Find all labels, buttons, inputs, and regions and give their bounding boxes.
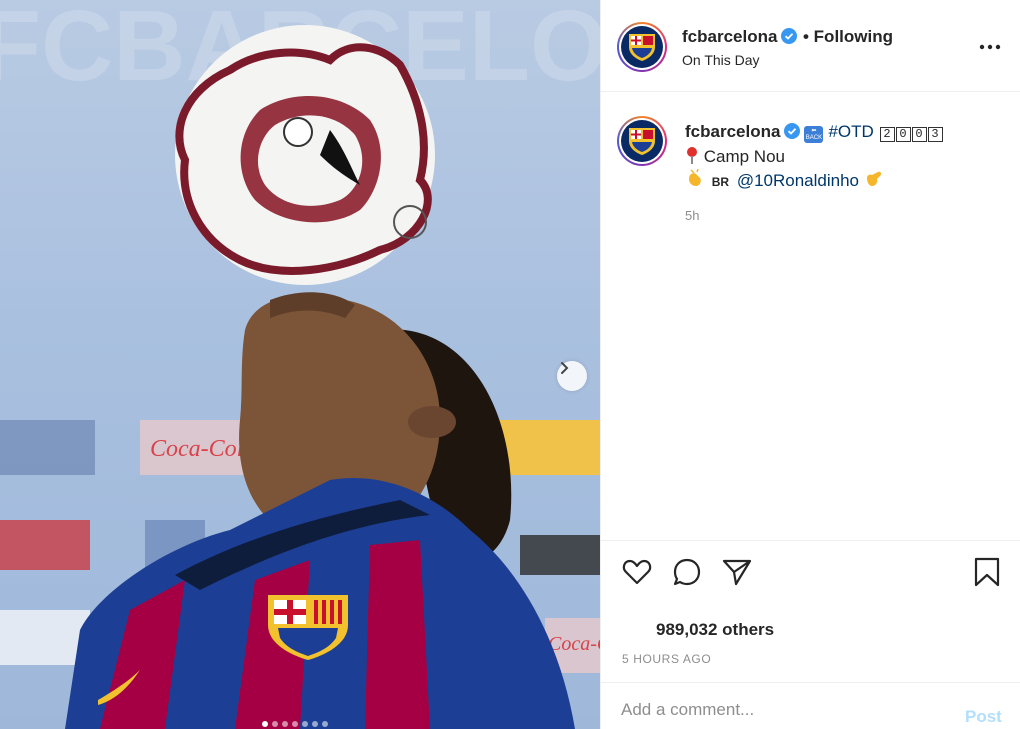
year-digit: 0 xyxy=(911,127,927,142)
carousel-dot xyxy=(302,721,308,727)
brazil-flag-code: BR xyxy=(711,175,730,189)
carousel-dots xyxy=(262,721,328,727)
place-text: Camp Nou xyxy=(703,147,785,166)
year-digit: 2 xyxy=(879,127,895,142)
following-button[interactable]: • Following xyxy=(803,27,893,47)
bookmark-icon[interactable] xyxy=(971,556,1003,588)
post-comment-button[interactable]: Post xyxy=(965,707,1002,727)
caption-avatar[interactable] xyxy=(617,116,667,166)
pin-icon xyxy=(687,147,697,164)
post-panel: fcbarcelona • Following On This Day fcba… xyxy=(600,0,1020,729)
caption-line-3: BR @10Ronaldinho xyxy=(685,169,884,191)
post-header: fcbarcelona • Following On This Day xyxy=(601,0,1020,92)
post-timestamp: 5 HOURS AGO xyxy=(622,652,712,666)
post-photo: FCBARCELONA Coca-Cola Coca-Cola xyxy=(0,0,600,729)
likes-count[interactable]: 989,032 others xyxy=(656,620,774,640)
verified-icon xyxy=(784,123,801,139)
clapping-hands-icon xyxy=(689,169,701,186)
chevron-right-icon xyxy=(561,362,569,374)
carousel-dot xyxy=(272,721,278,727)
year-digit: 3 xyxy=(927,127,943,142)
comment-bar: Post xyxy=(601,682,1020,729)
caption-line-1: fcbarcelona ⬅ BACK #OTD 2003 xyxy=(685,122,943,143)
barca-crest-icon xyxy=(629,128,655,155)
barca-crest-icon xyxy=(629,34,655,61)
comment-input[interactable] xyxy=(621,697,951,723)
hashtag-link[interactable]: #OTD xyxy=(828,122,873,141)
header-username[interactable]: fcbarcelona xyxy=(682,27,798,47)
username-text[interactable]: fcbarcelona xyxy=(682,27,777,46)
avatar[interactable] xyxy=(617,22,667,72)
caption-line-2: Camp Nou xyxy=(685,146,785,167)
carousel-dot xyxy=(312,721,318,727)
carousel-dot xyxy=(322,721,328,727)
caption-username[interactable]: fcbarcelona xyxy=(685,122,780,141)
share-icon[interactable] xyxy=(721,556,753,588)
location-link[interactable]: On This Day xyxy=(682,52,760,68)
carousel-dot xyxy=(292,721,298,727)
comment-icon[interactable] xyxy=(671,556,703,588)
back-arrow-emoji: ⬅ BACK xyxy=(804,126,824,143)
more-icon[interactable] xyxy=(978,37,1002,57)
year-digit: 0 xyxy=(895,127,911,142)
carousel-dot xyxy=(282,721,288,727)
next-slide-button[interactable] xyxy=(557,361,587,391)
post-media[interactable]: FCBARCELONA Coca-Cola Coca-Cola xyxy=(0,0,600,729)
action-bar xyxy=(601,540,1020,600)
sponsor-board-2: Coca-Cola xyxy=(548,633,600,655)
carousel-dot xyxy=(262,721,268,727)
caption-timestamp[interactable]: 5h xyxy=(685,208,699,223)
heart-icon[interactable] xyxy=(621,556,653,588)
verified-icon xyxy=(781,28,798,44)
mention-link[interactable]: @10Ronaldinho xyxy=(737,171,859,190)
call-me-hand-icon xyxy=(866,171,881,186)
